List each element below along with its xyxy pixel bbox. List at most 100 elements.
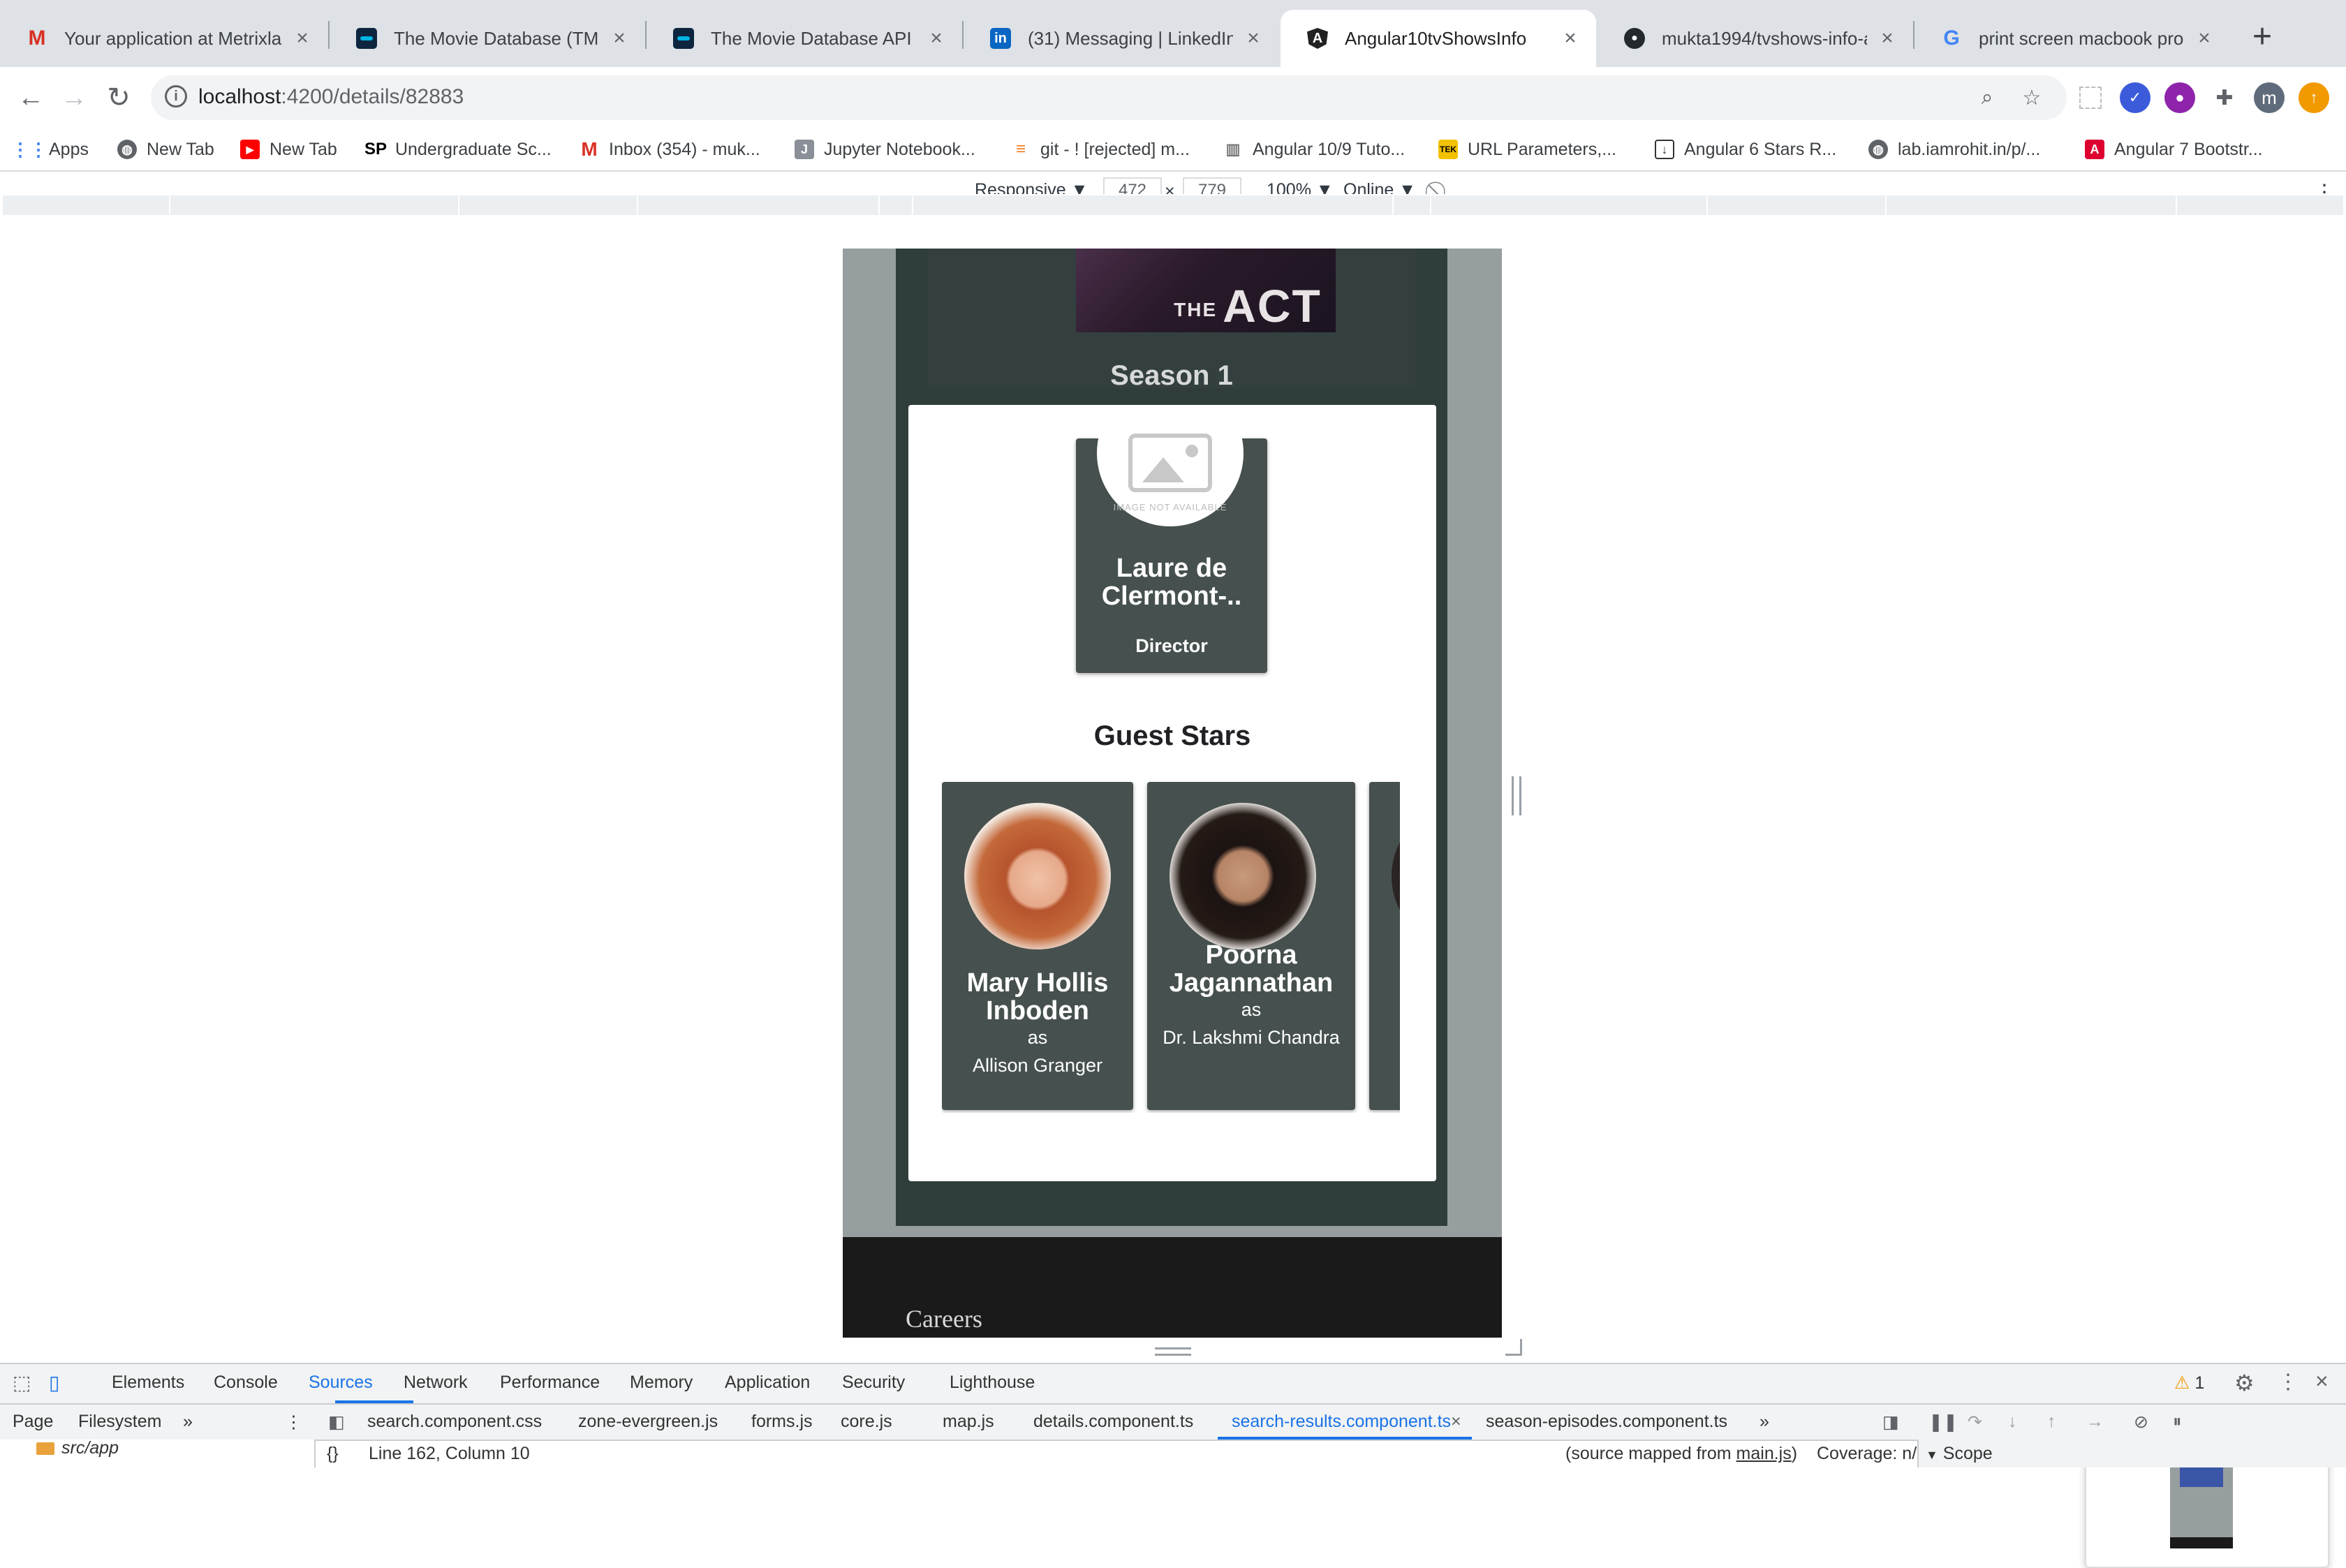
- tab-network[interactable]: Network: [404, 1373, 468, 1393]
- media-query-segment[interactable]: [2177, 195, 2345, 215]
- puzzle-icon[interactable]: ✚: [2209, 82, 2240, 113]
- browser-tab[interactable]: in (31) Messaging | LinkedIn ×: [964, 10, 1279, 67]
- close-icon[interactable]: ×: [1877, 27, 1898, 50]
- file-tab-active[interactable]: search-results.component.ts: [1232, 1412, 1451, 1432]
- guest-card-partial[interactable]: [1369, 782, 1400, 1110]
- more-options-icon[interactable]: ⋮: [2278, 1370, 2299, 1394]
- url-text[interactable]: localhost:4200/details/82883: [198, 85, 464, 109]
- toggle-navigator-icon[interactable]: ◧: [328, 1412, 345, 1433]
- media-query-segment[interactable]: [1394, 195, 1431, 215]
- bookmark-item[interactable]: TEK URL Parameters,...: [1438, 137, 1616, 162]
- forward-button[interactable]: →: [57, 81, 91, 114]
- nav-tab-page[interactable]: Page: [13, 1412, 53, 1432]
- pretty-print-icon[interactable]: {}: [327, 1444, 339, 1464]
- close-icon[interactable]: ×: [609, 27, 630, 50]
- more-options-icon[interactable]: ⋮: [285, 1412, 302, 1433]
- browser-tab-active[interactable]: A Angular10tvShowsInfo ×: [1281, 10, 1596, 67]
- media-query-segment[interactable]: [170, 195, 459, 215]
- pause-icon[interactable]: ❚❚: [1928, 1412, 1958, 1433]
- file-tab[interactable]: season-episodes.component.ts: [1486, 1412, 1727, 1432]
- bookmark-item[interactable]: ◍ lab.iamrohit.in/p/...: [1868, 137, 2040, 162]
- bookmark-item[interactable]: ▶ New Tab: [240, 137, 337, 162]
- new-tab-button[interactable]: +: [2241, 15, 2283, 57]
- guest-stars-carousel[interactable]: Mary Hollis Inboden as Allison Granger P…: [942, 782, 1400, 1113]
- star-icon[interactable]: ☆: [2016, 82, 2047, 113]
- browser-tab[interactable]: M Your application at Metrixlab ×: [0, 10, 328, 67]
- media-query-segment[interactable]: [638, 195, 880, 215]
- close-icon[interactable]: ×: [2194, 27, 2215, 50]
- browser-tab[interactable]: The Movie Database (TMDb) ×: [330, 10, 645, 67]
- close-icon[interactable]: ×: [1243, 27, 1264, 50]
- tab-application[interactable]: Application: [725, 1373, 810, 1393]
- media-query-segment[interactable]: [3, 195, 170, 215]
- pause-on-exceptions-icon[interactable]: ⏸: [2173, 1412, 2182, 1432]
- bookmark-item[interactable]: J Jupyter Notebook...: [795, 137, 975, 162]
- tab-security[interactable]: Security: [842, 1373, 905, 1393]
- bookmark-item[interactable]: ≡ git - ! [rejected] m...: [1011, 137, 1190, 162]
- media-query-segment[interactable]: [459, 195, 638, 215]
- warning-icon[interactable]: ⚠ 1: [2174, 1373, 2204, 1393]
- update-icon[interactable]: ↑: [2299, 82, 2329, 113]
- guest-card[interactable]: Mary Hollis Inboden as Allison Granger: [942, 782, 1133, 1110]
- deactivate-breakpoints-icon[interactable]: ⊘: [2134, 1412, 2148, 1433]
- bookmark-item[interactable]: A Angular 7 Bootstr...: [2085, 137, 2263, 162]
- reload-button[interactable]: ↻: [102, 81, 135, 114]
- nav-more-icon[interactable]: »: [183, 1412, 193, 1432]
- extension-purple-icon[interactable]: ●: [2164, 82, 2195, 113]
- guest-card[interactable]: Poorna Jagannathan as Dr. Lakshmi Chandr…: [1147, 782, 1355, 1110]
- file-tab[interactable]: map.js: [943, 1412, 994, 1432]
- resize-handle-corner[interactable]: [1505, 1339, 1522, 1356]
- file-tab[interactable]: search.component.css: [367, 1412, 542, 1432]
- browser-tab[interactable]: G print screen macbook pro - G ×: [1915, 10, 2230, 67]
- close-icon[interactable]: ×: [1451, 1412, 1461, 1432]
- nav-tab-filesystem[interactable]: Filesystem: [78, 1412, 161, 1432]
- close-icon[interactable]: ×: [1560, 27, 1581, 50]
- bookmark-item[interactable]: ↓ Angular 6 Stars R...: [1655, 137, 1836, 162]
- media-query-segment[interactable]: [880, 195, 913, 215]
- resize-handle-bottom[interactable]: [1155, 1347, 1191, 1356]
- close-icon[interactable]: ×: [292, 27, 313, 50]
- settings-gear-icon[interactable]: ⚙: [2234, 1370, 2255, 1396]
- bookmark-item[interactable]: ◍ New Tab: [117, 137, 214, 162]
- browser-tab[interactable]: The Movie Database API ×: [647, 10, 962, 67]
- bookmark-item[interactable]: ▥ Angular 10/9 Tuto...: [1223, 137, 1406, 162]
- step-over-icon[interactable]: ↷: [1968, 1412, 1982, 1433]
- bookmark-item[interactable]: M Inbox (354) - muk...: [580, 137, 760, 162]
- tab-memory[interactable]: Memory: [630, 1373, 693, 1393]
- file-tab[interactable]: zone-evergreen.js: [578, 1412, 718, 1432]
- inspect-icon[interactable]: ⬚: [13, 1371, 31, 1394]
- file-tab[interactable]: core.js: [841, 1412, 892, 1432]
- bookmark-item[interactable]: SP Undergraduate Sc...: [364, 137, 552, 162]
- tab-sources[interactable]: Sources: [309, 1373, 373, 1393]
- careers-link[interactable]: Careers: [906, 1304, 982, 1333]
- media-query-segment[interactable]: [1431, 195, 1708, 215]
- close-icon[interactable]: ×: [926, 27, 947, 50]
- resize-handle-right[interactable]: [1512, 776, 1521, 815]
- back-button[interactable]: ←: [14, 81, 47, 114]
- address-bar[interactable]: i localhost:4200/details/82883 ⌕ ☆: [151, 75, 2067, 120]
- zoom-icon[interactable]: ⌕: [1972, 82, 2002, 113]
- device-mode-icon[interactable]: ▯: [49, 1371, 59, 1394]
- close-icon[interactable]: ×: [2315, 1368, 2329, 1394]
- step-into-icon[interactable]: ↓: [2008, 1412, 2017, 1432]
- tab-lighthouse[interactable]: Lighthouse: [950, 1373, 1035, 1393]
- extension-check-icon[interactable]: ✓: [2120, 82, 2150, 113]
- source-map-link[interactable]: main.js: [1736, 1444, 1792, 1463]
- step-icon[interactable]: →: [2086, 1412, 2104, 1432]
- file-tab[interactable]: forms.js: [751, 1412, 813, 1432]
- step-out-icon[interactable]: ↑: [2047, 1412, 2056, 1432]
- browser-tab[interactable]: ● mukta1994/tvshows-info-an ×: [1598, 10, 1913, 67]
- tab-console[interactable]: Console: [214, 1373, 278, 1393]
- media-query-segment[interactable]: [1887, 195, 2177, 215]
- tree-item[interactable]: src/app: [36, 1438, 119, 1458]
- media-query-segment[interactable]: [913, 195, 1394, 215]
- crew-card[interactable]: IMAGE NOT AVAILABLE Laure de Clermont-..…: [1076, 405, 1267, 673]
- extension-icon[interactable]: [2075, 82, 2106, 113]
- tab-performance[interactable]: Performance: [500, 1373, 600, 1393]
- file-tabs-more-icon[interactable]: »: [1760, 1412, 1769, 1432]
- toggle-debugger-icon[interactable]: ◨: [1882, 1412, 1899, 1433]
- media-query-segment[interactable]: [1708, 195, 1887, 215]
- profile-avatar[interactable]: m: [2254, 82, 2285, 113]
- tab-elements[interactable]: Elements: [112, 1373, 184, 1393]
- info-icon[interactable]: i: [165, 85, 187, 108]
